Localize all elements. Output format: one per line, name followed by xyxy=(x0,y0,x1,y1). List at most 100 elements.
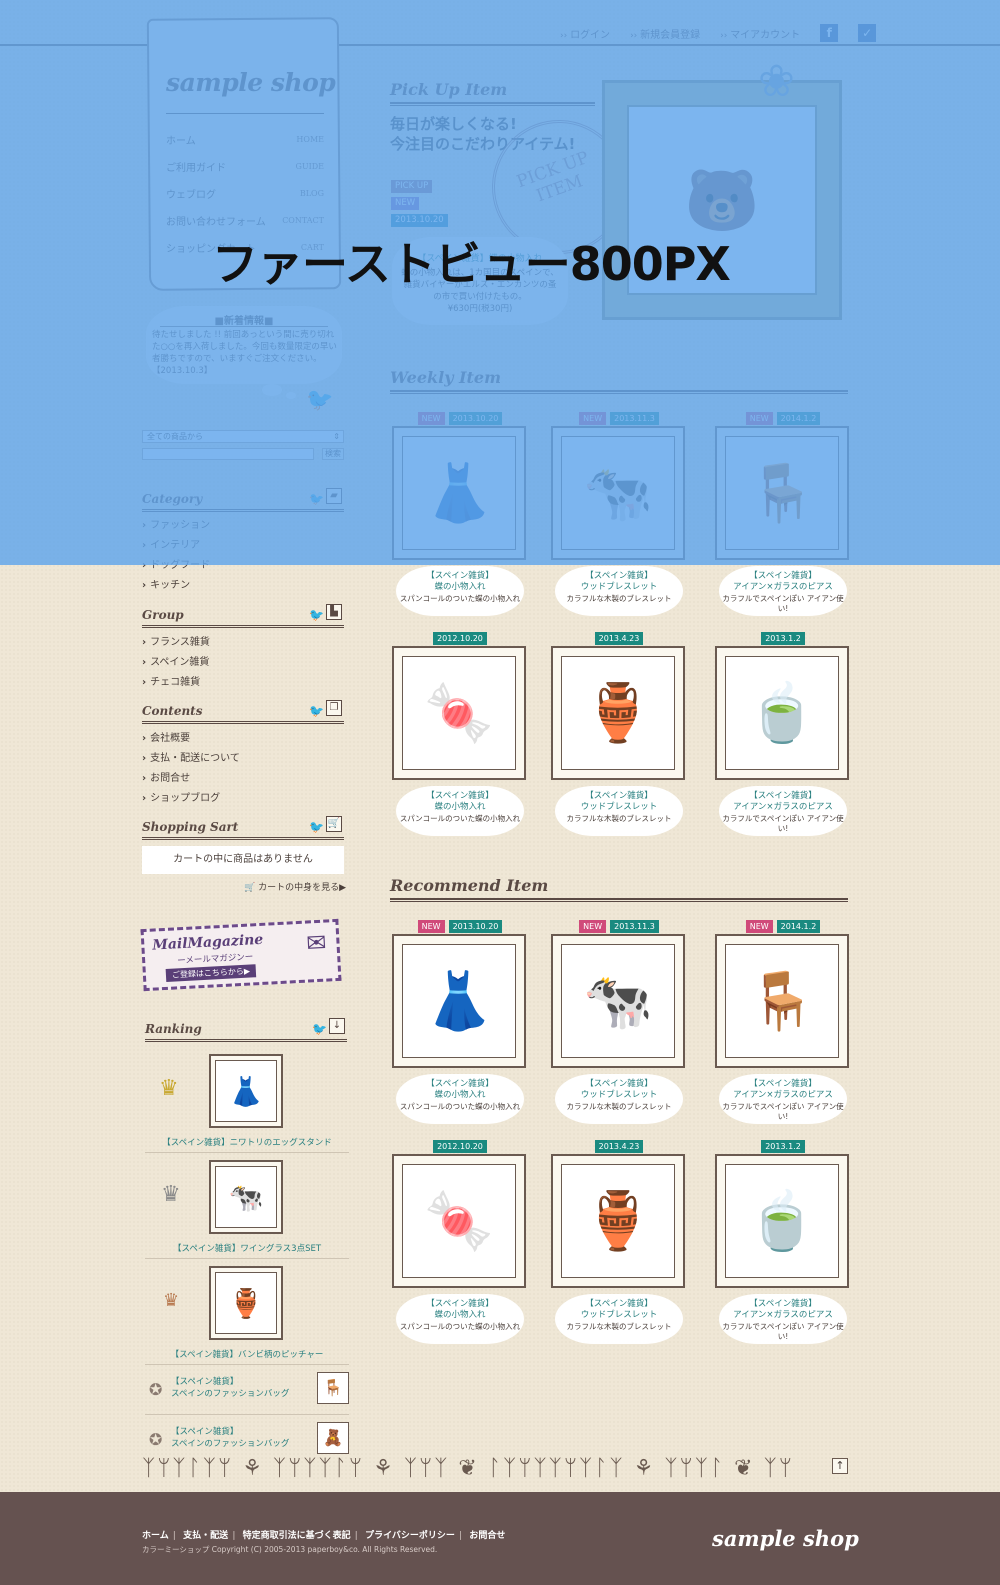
product-caption[interactable]: 【スペイン雑貨】 ウッドブレスレット カラフルな木製のブレスレット xyxy=(555,786,683,836)
group-item[interactable]: チェコ雑貨 xyxy=(142,673,344,693)
ranking-item-name: 【スペイン雑貨】 スペインのファッションバッグ xyxy=(171,1426,289,1450)
product-caption[interactable]: 【スペイン雑貨】 蝶の小物入れ スパンコールのついた蝶の小物入れ xyxy=(396,1294,524,1344)
product-category: 【スペイン雑貨】 xyxy=(585,1079,653,1089)
pitcher-image: 🏺 xyxy=(215,1272,277,1334)
product-name: アイアン×ガラスのピアス xyxy=(733,802,833,812)
ranking-item-3[interactable]: ♛ 🏺 【スペイン雑貨】バンビ柄のピッチャー xyxy=(145,1264,349,1365)
back-to-top-icon[interactable]: ↑ xyxy=(832,1458,848,1474)
product-image-frame[interactable]: 🐄 xyxy=(551,934,685,1068)
product-image-frame[interactable]: 🍬 xyxy=(392,1154,526,1288)
product-caption[interactable]: 【スペイン雑貨】 ウッドブレスレット カラフルな木製のブレスレット xyxy=(555,1074,683,1124)
ranking-item-1[interactable]: ♛ 👗 【スペイン雑貨】ニワトリのエッグスタンド xyxy=(145,1052,349,1153)
product-caption[interactable]: 【スペイン雑貨】 蝶の小物入れ スパンコールのついた蝶の小物入れ xyxy=(396,786,524,836)
product-caption[interactable]: 【スペイン雑貨】 ウッドブレスレット カラフルな木製のブレスレット xyxy=(555,566,683,616)
product-tags: NEW2013.10.20 xyxy=(390,920,530,933)
product-caption[interactable]: 【スペイン雑貨】 蝶の小物入れ スパンコールのついた蝶の小物入れ xyxy=(396,566,524,616)
view-cart-link[interactable]: 🛒 カートの中身を見る▶ xyxy=(244,880,346,893)
product-title[interactable]: 【スペイン雑貨】 蝶の小物入れ xyxy=(396,1079,524,1101)
product-desc: カラフルでスペインぽい アイアン使い! xyxy=(722,1102,844,1121)
product-caption[interactable]: 【スペイン雑貨】 アイアン×ガラスのピアス カラフルでスペインぽい アイアン使い! xyxy=(719,1074,847,1124)
product-category: 【スペイン雑貨】 xyxy=(426,1079,494,1089)
product-image-frame[interactable]: 🍵 xyxy=(715,1154,849,1288)
product-caption[interactable]: 【スペイン雑貨】 アイアン×ガラスのピアス カラフルでスペインぽい アイアン使い! xyxy=(719,566,847,616)
product-image-frame[interactable]: 🍬 xyxy=(392,646,526,780)
ranking-item-5[interactable]: ✪ 【スペイン雑貨】 スペインのファッションバッグ 🧸 xyxy=(145,1422,349,1458)
product-title[interactable]: 【スペイン雑貨】 蝶の小物入れ xyxy=(396,791,524,813)
contents-item[interactable]: 会社概要 xyxy=(142,729,344,749)
product-title[interactable]: 【スペイン雑貨】 ウッドブレスレット xyxy=(555,571,683,593)
product-caption[interactable]: 【スペイン雑貨】 アイアン×ガラスのピアス カラフルでスペインぽい アイアン使い! xyxy=(719,1294,847,1344)
new-badge: NEW xyxy=(417,920,445,933)
heading-rule xyxy=(390,898,848,902)
product-title[interactable]: 【スペイン雑貨】 ウッドブレスレット xyxy=(555,791,683,813)
contents-item[interactable]: お問合せ xyxy=(142,769,344,789)
product-name: アイアン×ガラスのピアス xyxy=(733,1090,833,1100)
ranking-item-title: スペインのファッションバッグ xyxy=(171,1389,290,1399)
date-badge: 2013.11.3 xyxy=(610,920,659,933)
mail-magazine-banner[interactable]: MailMagazine ーメールマガジンー ご登録はこちらから▶ ✉ xyxy=(140,918,342,992)
product-category: 【スペイン雑貨】 xyxy=(749,1079,817,1089)
product-caption[interactable]: 【スペイン雑貨】 蝶の小物入れ スパンコールのついた蝶の小物入れ xyxy=(396,1074,524,1124)
product-title[interactable]: 【スペイン雑貨】 アイアン×ガラスのピアス xyxy=(719,571,847,593)
product-image-frame[interactable]: 👗 xyxy=(392,934,526,1068)
ranking-thumbnail: 🐄 xyxy=(209,1160,283,1234)
jelly-beans-image: 🍬 xyxy=(402,656,516,770)
heading-text: Ranking xyxy=(145,1022,202,1036)
product-title[interactable]: 【スペイン雑貨】 蝶の小物入れ xyxy=(396,1299,524,1321)
date-badge: 2012.10.20 xyxy=(433,632,487,645)
date-badge: 2013.1.2 xyxy=(761,632,805,645)
mail-magazine-signup-button[interactable]: ご登録はこちらから▶ xyxy=(165,964,257,982)
footer-link-payment[interactable]: 支払・配送 xyxy=(183,1531,228,1541)
silver-crown-icon: ♛ xyxy=(161,1182,181,1207)
date-badge: 2013.1.2 xyxy=(761,1140,805,1153)
product-name: ウッドブレスレット xyxy=(580,1090,658,1100)
product-desc: スパンコールのついた蝶の小物入れ xyxy=(399,594,521,603)
medal-icon: ✪ xyxy=(149,1430,163,1449)
footer-logo[interactable]: sample shop xyxy=(712,1526,859,1551)
date-badge: 2013.10.20 xyxy=(448,920,503,933)
footer-link-contact[interactable]: お問合せ xyxy=(469,1531,505,1541)
pitcher-image: 🏺 xyxy=(561,1164,675,1278)
category-item[interactable]: キッチン xyxy=(142,576,344,596)
group-item[interactable]: スペイン雑貨 xyxy=(142,653,344,673)
product-image-frame[interactable]: 🪑 xyxy=(715,934,849,1068)
footer-link-legal[interactable]: 特定商取引法に基づく表記 xyxy=(243,1531,351,1541)
boots-icon: ▙ xyxy=(326,604,342,620)
ranking-item-4[interactable]: ✪ 【スペイン雑貨】 スペインのファッションバッグ 🪑 xyxy=(145,1372,349,1408)
pitcher-image: 🏺 xyxy=(561,656,675,770)
product-category: 【スペイン雑貨】 xyxy=(749,1299,817,1309)
product-category: 【スペイン雑貨】 xyxy=(585,791,653,801)
product-title[interactable]: 【スペイン雑貨】 ウッドブレスレット xyxy=(555,1079,683,1101)
product-image-frame[interactable]: 🏺 xyxy=(551,1154,685,1288)
product-caption[interactable]: 【スペイン雑貨】 アイアン×ガラスのピアス カラフルでスペインぽい アイアン使い! xyxy=(719,786,847,836)
ranking-item-name: 【スペイン雑貨】ニワトリのエッグスタンド xyxy=(162,1138,332,1148)
footer-link-privacy[interactable]: プライバシーポリシー xyxy=(365,1531,455,1541)
date-badge: 2013.4.23 xyxy=(594,632,644,645)
contents-item[interactable]: 支払・配送について xyxy=(142,749,344,769)
product-name: ウッドブレスレット xyxy=(580,582,658,592)
ranking-thumbnail: 👗 xyxy=(209,1054,283,1128)
product-name: アイアン×ガラスのピアス xyxy=(733,1310,833,1320)
product-title[interactable]: 【スペイン雑貨】 アイアン×ガラスのピアス xyxy=(719,1299,847,1321)
product-image-frame[interactable]: 🍵 xyxy=(715,646,849,780)
ranking-divider xyxy=(145,1364,349,1365)
heading-rule xyxy=(142,625,344,628)
recommend-heading: Recommend Item xyxy=(390,876,848,902)
product-desc: カラフルでスペインぽい アイアン使い! xyxy=(722,814,844,833)
product-category: 【スペイン雑貨】 xyxy=(585,571,653,581)
ranking-item-2[interactable]: ♛ 🐄 【スペイン雑貨】ワイングラス3点SET xyxy=(145,1158,349,1259)
product-title[interactable]: 【スペイン雑貨】 ウッドブレスレット xyxy=(555,1299,683,1321)
product-category: 【スペイン雑貨】 xyxy=(426,791,494,801)
footer-link-home[interactable]: ホーム xyxy=(142,1531,169,1541)
product-title[interactable]: 【スペイン雑貨】 アイアン×ガラスのピアス xyxy=(719,1079,847,1101)
product-title[interactable]: 【スペイン雑貨】 蝶の小物入れ xyxy=(396,571,524,593)
group-item[interactable]: フランス雑貨 xyxy=(142,633,344,653)
product-image-frame[interactable]: 🏺 xyxy=(551,646,685,780)
product-name: アイアン×ガラスのピアス xyxy=(733,582,833,592)
product-tags: NEW2014.1.2 xyxy=(713,920,853,933)
product-title[interactable]: 【スペイン雑貨】 アイアン×ガラスのピアス xyxy=(719,791,847,813)
contents-list: 会社概要 支払・配送について お問合せ ショップブログ xyxy=(142,729,344,809)
product-caption[interactable]: 【スペイン雑貨】 ウッドブレスレット カラフルな木製のブレスレット xyxy=(555,1294,683,1344)
ranking-thumbnail: 🏺 xyxy=(209,1266,283,1340)
contents-item[interactable]: ショップブログ xyxy=(142,789,344,809)
